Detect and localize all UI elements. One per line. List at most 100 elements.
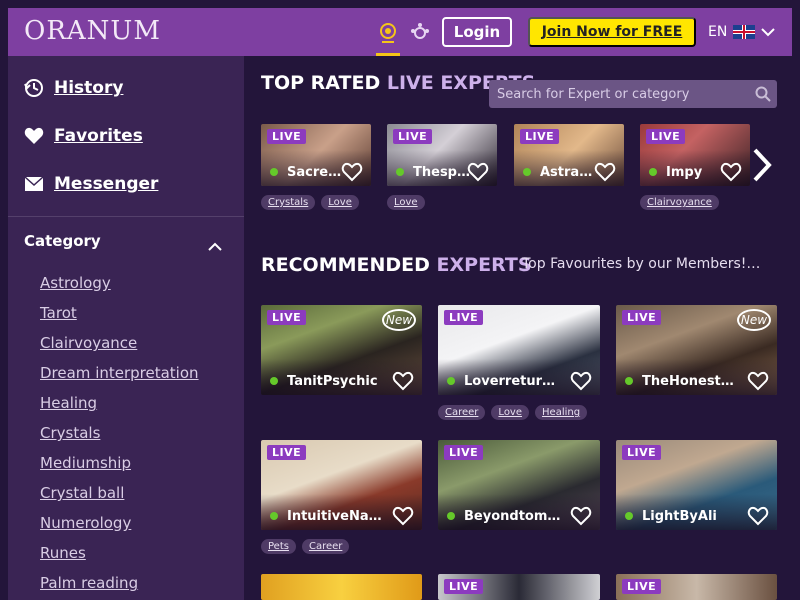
expert-card[interactable]: LIVE New TanitPsychic <box>261 305 422 395</box>
sidebar-link-favorites[interactable]: Favorites <box>24 124 143 148</box>
tag-list: Crystals Love <box>261 195 359 210</box>
expert-card[interactable]: LIVE Beyondtomor… <box>438 440 600 530</box>
category-item[interactable]: Astrology <box>40 272 199 302</box>
expert-name: Beyondtomor… <box>464 509 564 524</box>
live-badge: LIVE <box>444 310 484 325</box>
chevron-down-icon <box>761 28 776 37</box>
favorite-heart-icon[interactable] <box>341 162 363 182</box>
online-status-icon <box>649 168 657 176</box>
online-status-icon <box>396 168 404 176</box>
expert-photo <box>261 574 422 600</box>
tag[interactable]: Love <box>491 405 530 420</box>
expert-card[interactable]: LIVE Impy <box>640 124 750 186</box>
expert-card[interactable]: LIVE Loverreturner <box>438 305 600 395</box>
sidebar-link-label: Favorites <box>54 126 143 146</box>
category-item[interactable]: Crystal ball <box>40 482 199 512</box>
favorite-heart-icon[interactable] <box>720 162 742 182</box>
community-icon[interactable] <box>410 22 430 44</box>
new-badge: New <box>737 309 771 331</box>
join-now-button[interactable]: Join Now for FREE <box>528 17 696 47</box>
sidebar-link-label: History <box>54 78 124 98</box>
expert-card[interactable]: LIVE Astra… <box>514 124 624 186</box>
live-badge: LIVE <box>622 579 662 594</box>
live-badge: LIVE <box>267 129 307 144</box>
login-button[interactable]: Login <box>442 17 512 47</box>
heart-icon <box>24 127 44 144</box>
sidebar-link-messenger[interactable]: Messenger <box>24 172 158 196</box>
live-badge: LIVE <box>393 129 433 144</box>
new-badge: New <box>382 309 416 331</box>
heading-plain: RECOMMENDED <box>261 254 437 276</box>
tag[interactable]: Career <box>301 539 350 554</box>
category-list: Astrology Tarot Clairvoyance Dream inter… <box>40 272 199 600</box>
expert-card[interactable]: LIVE New TheHonestRe… <box>616 305 777 395</box>
language-code: EN <box>708 24 728 40</box>
heading-plain: TOP RATED <box>261 72 387 94</box>
live-badge: LIVE <box>444 579 484 594</box>
expert-name: Impy <box>666 165 703 180</box>
online-status-icon <box>270 168 278 176</box>
online-status-icon <box>270 512 278 520</box>
envelope-icon <box>24 176 44 191</box>
tag[interactable]: Career <box>438 405 486 420</box>
chevron-up-icon[interactable] <box>208 240 222 254</box>
sidebar: History Favorites Messenger Category Ast… <box>8 56 244 600</box>
recommended-subtitle: Top Favourites by our Members!… <box>522 256 761 272</box>
online-status-icon <box>625 512 633 520</box>
expert-card[interactable]: LIVE Thesp… <box>387 124 497 186</box>
live-badge: LIVE <box>622 445 662 460</box>
search-icon[interactable] <box>755 86 771 102</box>
language-selector[interactable]: EN <box>708 22 776 42</box>
favorite-heart-icon[interactable] <box>392 506 414 526</box>
expert-card[interactable]: LIVE LightByAli <box>616 440 777 530</box>
search-input[interactable] <box>497 86 747 102</box>
category-item[interactable]: Healing <box>40 392 199 422</box>
category-item[interactable]: Clairvoyance <box>40 332 199 362</box>
tag-list: Clairvoyance <box>640 195 719 210</box>
tag[interactable]: Clairvoyance <box>640 195 719 210</box>
category-item[interactable]: Crystals <box>40 422 199 452</box>
expert-name: Sacre… <box>287 165 342 180</box>
expert-card[interactable]: LIVE <box>438 574 600 600</box>
tag[interactable]: Healing <box>535 405 588 420</box>
category-item[interactable]: Dream interpretation <box>40 362 199 392</box>
expert-name: Thesp… <box>413 165 470 180</box>
top-header: ORANUM Login Join Now for FREE EN <box>8 8 792 56</box>
favorite-heart-icon[interactable] <box>467 162 489 182</box>
favorite-heart-icon[interactable] <box>747 506 769 526</box>
tag-list: Love <box>387 195 425 210</box>
psychic-icon[interactable] <box>376 22 400 56</box>
online-status-icon <box>625 377 633 385</box>
favorite-heart-icon[interactable] <box>392 371 414 391</box>
category-item[interactable]: Mediumship <box>40 452 199 482</box>
tag[interactable]: Love <box>387 195 425 210</box>
favorite-heart-icon[interactable] <box>747 371 769 391</box>
expert-name: Astra… <box>540 165 593 180</box>
expert-name: TheHonestRe… <box>642 374 742 389</box>
tag-list: Pets Career <box>261 539 350 554</box>
expert-card[interactable]: LIVE <box>616 574 777 600</box>
sidebar-link-history[interactable]: History <box>24 76 123 100</box>
live-badge: LIVE <box>520 129 560 144</box>
category-item[interactable]: Runes <box>40 542 199 572</box>
tag[interactable]: Love <box>321 195 359 210</box>
expert-name: LightByAli <box>642 509 717 524</box>
tag[interactable]: Crystals <box>261 195 316 210</box>
carousel-next-icon[interactable] <box>750 148 774 182</box>
category-item[interactable]: Palm reading <box>40 572 199 600</box>
sidebar-divider <box>8 216 244 217</box>
tag[interactable]: Pets <box>261 539 296 554</box>
category-item[interactable]: Numerology <box>40 512 199 542</box>
favorite-heart-icon[interactable] <box>570 506 592 526</box>
expert-card[interactable]: LIVE IntuitiveNata… <box>261 440 422 530</box>
history-icon <box>24 79 43 97</box>
oranum-logo[interactable]: ORANUM <box>24 16 161 46</box>
favorite-heart-icon[interactable] <box>570 371 592 391</box>
expert-search[interactable] <box>489 80 777 108</box>
expert-card[interactable]: LIVE Sacre… <box>261 124 371 186</box>
category-item[interactable]: Tarot <box>40 302 199 332</box>
favorite-heart-icon[interactable] <box>594 162 616 182</box>
heading-accent: EXPERTS <box>436 254 532 276</box>
expert-name: Loverreturner <box>464 374 564 389</box>
expert-card[interactable] <box>261 574 422 600</box>
